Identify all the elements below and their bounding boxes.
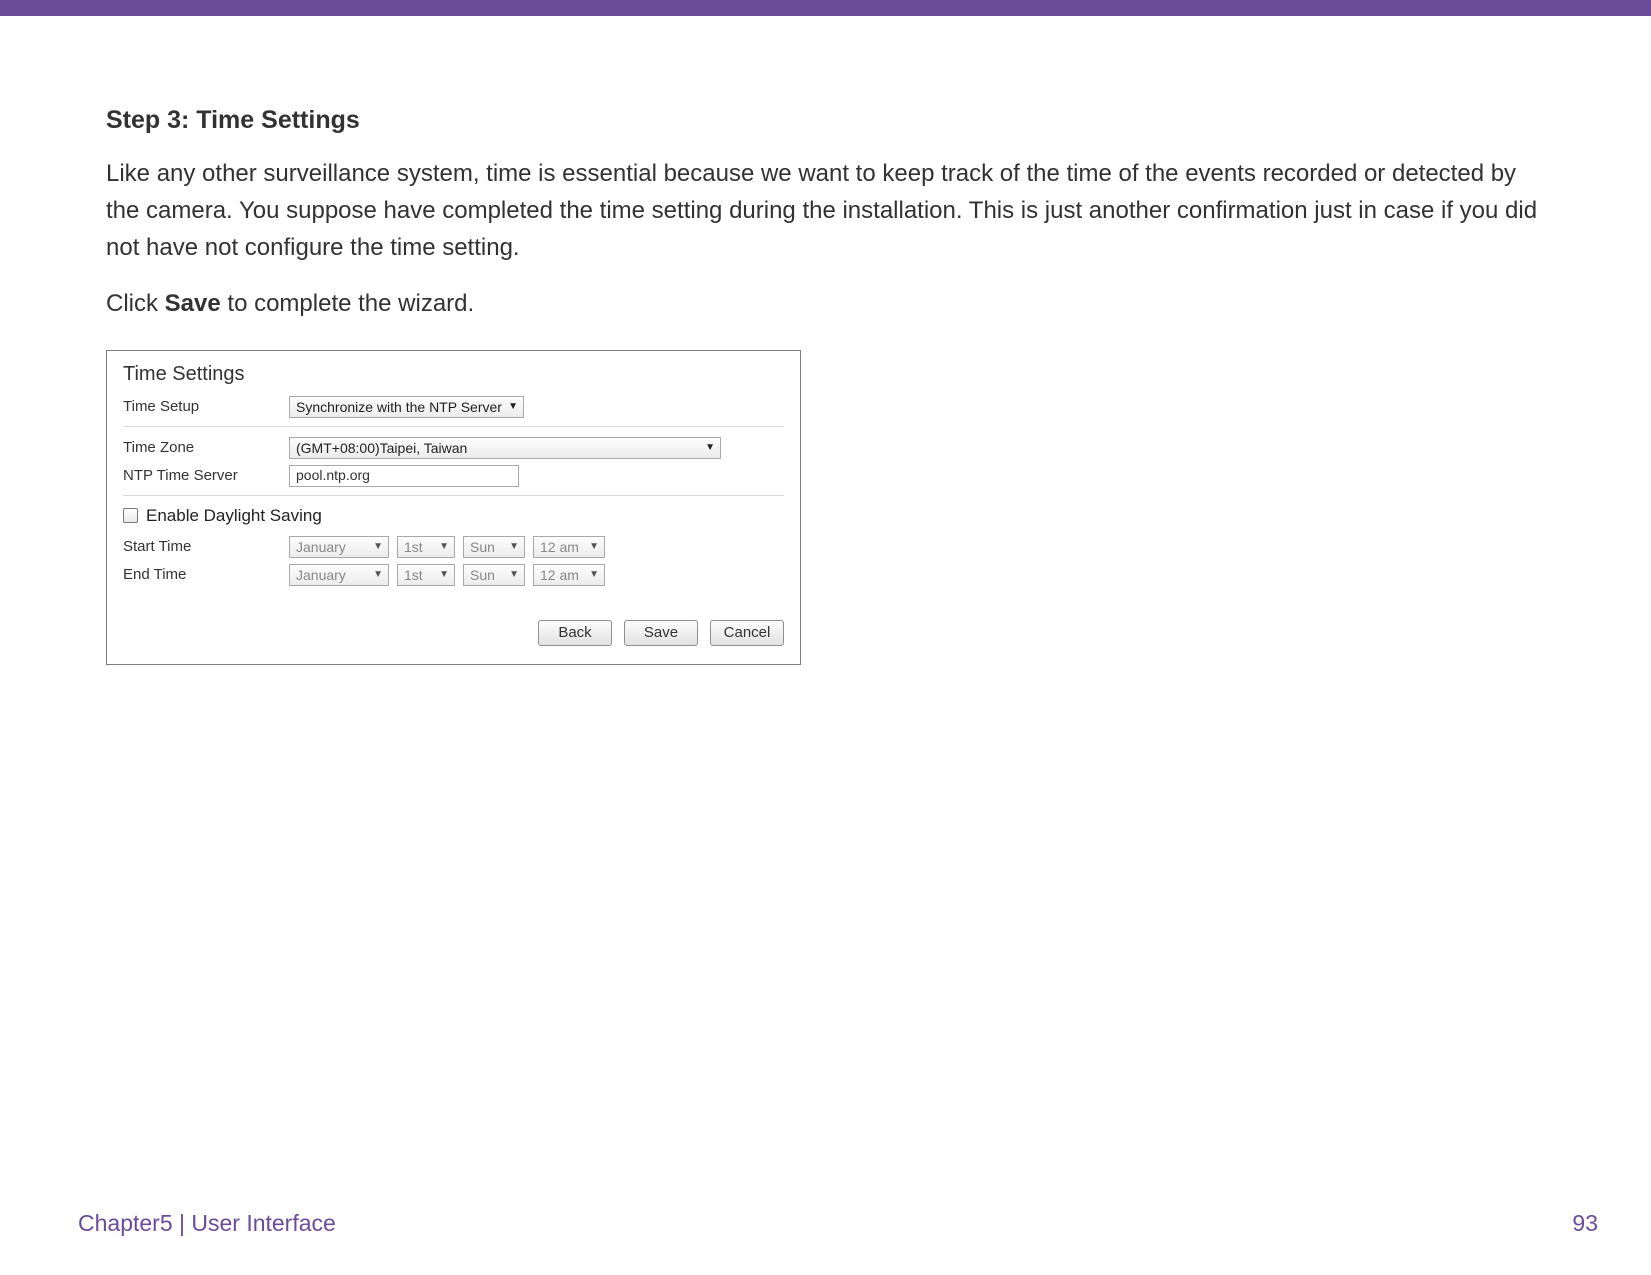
enable-dst-checkbox[interactable] xyxy=(123,508,138,523)
row-start-time: Start Time January▼ 1st▼ Sun▼ 12 am▼ xyxy=(123,536,784,558)
start-hour-select[interactable]: 12 am▼ xyxy=(533,536,605,558)
end-dow-select[interactable]: Sun▼ xyxy=(463,564,525,586)
chevron-down-icon: ▼ xyxy=(373,541,383,552)
enable-dst-label: Enable Daylight Saving xyxy=(146,506,322,526)
row-time-setup: Time Setup Synchronize with the NTP Serv… xyxy=(123,396,784,418)
panel-title: Time Settings xyxy=(123,363,784,386)
ntp-label: NTP Time Server xyxy=(123,467,289,484)
row-end-time: End Time January▼ 1st▼ Sun▼ 12 am▼ xyxy=(123,564,784,586)
footer-page-number: 93 xyxy=(1572,1210,1598,1237)
chevron-down-icon: ▼ xyxy=(508,401,518,412)
divider xyxy=(123,426,784,427)
chevron-down-icon: ▼ xyxy=(589,541,599,552)
start-day-select[interactable]: 1st▼ xyxy=(397,536,455,558)
row-ntp-server: NTP Time Server pool.ntp.org xyxy=(123,465,784,487)
chevron-down-icon: ▼ xyxy=(373,569,383,580)
time-zone-select[interactable]: (GMT+08:00)Taipei, Taiwan ▼ xyxy=(289,437,721,459)
row-time-zone: Time Zone (GMT+08:00)Taipei, Taiwan ▼ xyxy=(123,437,784,459)
end-time-label: End Time xyxy=(123,566,289,583)
chevron-down-icon: ▼ xyxy=(439,541,449,552)
back-button[interactable]: Back xyxy=(538,620,612,646)
button-row: Back Save Cancel xyxy=(123,620,784,646)
ntp-input[interactable]: pool.ntp.org xyxy=(289,465,519,487)
time-setup-select[interactable]: Synchronize with the NTP Server ▼ xyxy=(289,396,524,418)
cancel-button[interactable]: Cancel xyxy=(710,620,784,646)
save-button[interactable]: Save xyxy=(624,620,698,646)
para2-prefix: Click xyxy=(106,290,165,317)
paragraph-1: Like any other surveillance system, time… xyxy=(106,155,1545,267)
page-body: Step 3: Time Settings Like any other sur… xyxy=(0,16,1651,1275)
page-footer: Chapter5 | User Interface 93 xyxy=(78,1210,1598,1237)
para2-bold: Save xyxy=(165,290,221,317)
start-time-label: Start Time xyxy=(123,538,289,555)
footer-chapter: Chapter5 | User Interface xyxy=(78,1210,336,1237)
chevron-down-icon: ▼ xyxy=(509,569,519,580)
chevron-down-icon: ▼ xyxy=(589,569,599,580)
paragraph-2: Click Save to complete the wizard. xyxy=(106,285,1545,322)
time-zone-label: Time Zone xyxy=(123,439,289,456)
start-month-select[interactable]: January▼ xyxy=(289,536,389,558)
time-zone-value: (GMT+08:00)Taipei, Taiwan xyxy=(296,440,467,456)
divider xyxy=(123,495,784,496)
para2-suffix: to complete the wizard. xyxy=(221,290,474,317)
step-heading: Step 3: Time Settings xyxy=(106,106,1545,135)
time-setup-value: Synchronize with the NTP Server xyxy=(296,399,502,415)
top-accent-bar xyxy=(0,0,1651,16)
chevron-down-icon: ▼ xyxy=(705,442,715,453)
time-setup-label: Time Setup xyxy=(123,398,289,415)
end-hour-select[interactable]: 12 am▼ xyxy=(533,564,605,586)
end-month-select[interactable]: January▼ xyxy=(289,564,389,586)
row-enable-dst: Enable Daylight Saving xyxy=(123,506,784,526)
chevron-down-icon: ▼ xyxy=(509,541,519,552)
time-settings-panel: Time Settings Time Setup Synchronize wit… xyxy=(106,350,801,665)
chevron-down-icon: ▼ xyxy=(439,569,449,580)
start-dow-select[interactable]: Sun▼ xyxy=(463,536,525,558)
end-day-select[interactable]: 1st▼ xyxy=(397,564,455,586)
